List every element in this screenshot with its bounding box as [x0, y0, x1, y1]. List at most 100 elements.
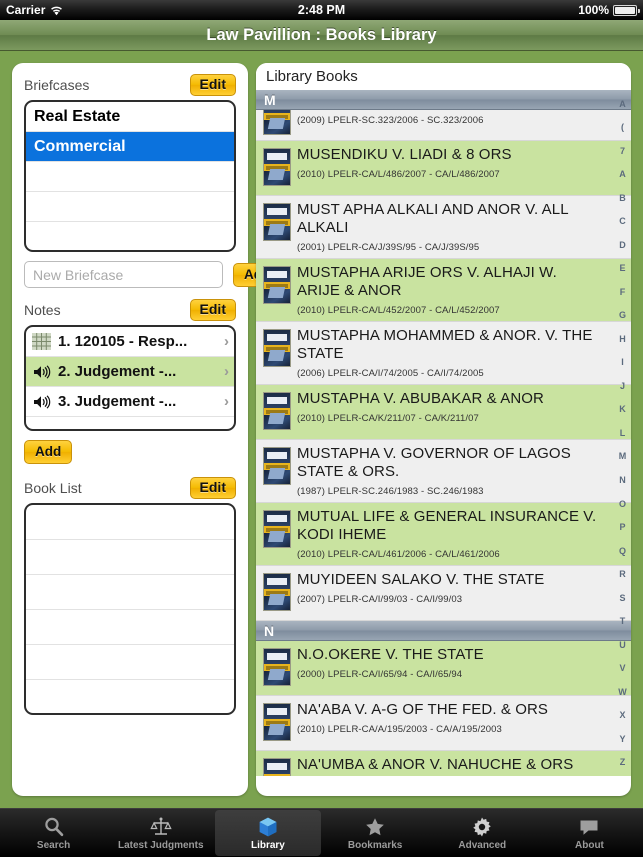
index-letter[interactable]: 7 [620, 146, 625, 156]
chevron-right-icon: › [224, 393, 229, 410]
book-citation: (1987) LPELR-SC.246/1983 - SC.246/1983 [297, 486, 484, 497]
index-letter[interactable]: O [619, 499, 626, 509]
table-row[interactable]: NA'ABA V. A-G OF THE FED. & ORS (2010) LP… [256, 696, 631, 751]
briefcases-title: Briefcases [24, 77, 90, 93]
table-row[interactable]: MUSTAPHA V. GOVERNOR OF LAGOS STATE & OR… [256, 440, 631, 503]
book-cover-thumbnail [263, 510, 291, 548]
notes-list[interactable]: 1. 120105 - Resp... › 2. Judgement -... … [24, 325, 236, 431]
app-root: Carrier 2:48 PM 100% Law Pavillion : Boo… [0, 0, 643, 857]
book-entry: MUSENDIKU V. LIADI & 8 ORS (2010) LPELR-C… [297, 146, 623, 180]
index-letter[interactable]: R [619, 569, 626, 579]
table-row[interactable]: MUSTAPHA ARIJE ORS V. ALHAJI W. ARIJE & … [256, 259, 631, 322]
book-citation: (2010) LPELR-CA/A/195/2003 - CA/A/195/20… [297, 724, 502, 735]
index-letter[interactable]: Y [619, 734, 625, 744]
index-letter[interactable]: L [620, 428, 626, 438]
book-cover-thumbnail [263, 573, 291, 611]
index-letter[interactable]: X [619, 710, 625, 720]
library-panel: Library Books MUSA V. THE STATE(2009) LP… [256, 63, 631, 796]
gear-icon [471, 816, 493, 838]
book-citation: (2007) LPELR-CA/I/99/03 - CA/I/99/03 [297, 594, 463, 605]
briefcases-edit-button[interactable]: Edit [189, 74, 236, 96]
index-letter[interactable]: D [619, 240, 626, 250]
index-letter[interactable]: J [620, 381, 625, 391]
battery-percent-label: 100% [578, 3, 609, 17]
book-entry: MUTUAL LIFE & GENERAL INSURANCE V. KODI … [297, 508, 623, 560]
book-citation: (2009) LPELR-SC.323/2006 - SC.323/2006 [297, 115, 484, 126]
book-cover-thumbnail [263, 329, 291, 367]
index-letter[interactable]: W [618, 687, 627, 697]
table-row[interactable]: MUYIDEEN SALAKO V. THE STATE (2007) LPELR… [256, 566, 631, 621]
library-books-list[interactable]: MUSA V. THE STATE(2009) LPELR-SC.323/200… [256, 90, 631, 776]
index-letter[interactable]: F [620, 287, 626, 297]
tab-about[interactable]: About [537, 810, 642, 856]
page-title: Law Pavillion : Books Library [206, 25, 437, 44]
index-letter[interactable]: S [619, 593, 625, 603]
list-item-empty [26, 417, 234, 429]
index-letter[interactable]: M [619, 451, 627, 461]
tab-library[interactable]: Library [215, 810, 321, 856]
index-letter[interactable]: T [620, 616, 626, 626]
index-letter[interactable]: ( [621, 122, 624, 132]
book-list[interactable] [24, 503, 236, 715]
list-item[interactable]: 2. Judgement -... › [26, 357, 234, 387]
add-note-button[interactable]: Add [24, 440, 73, 464]
list-item[interactable]: Commercial [26, 132, 234, 162]
index-letter[interactable]: G [619, 310, 626, 320]
book-cover-thumbnail [263, 648, 291, 686]
table-row[interactable]: MUSENDIKU V. LIADI & 8 ORS (2010) LPELR-C… [256, 141, 631, 196]
list-item-empty [26, 192, 234, 222]
list-item[interactable]: 3. Judgement -... › [26, 387, 234, 417]
index-letter[interactable]: H [619, 334, 626, 344]
tab-latest-judgments[interactable]: Latest Judgments [108, 810, 213, 856]
index-letter[interactable]: E [619, 263, 625, 273]
index-letter[interactable]: A [619, 169, 626, 179]
index-letter[interactable]: U [619, 640, 626, 650]
alphabet-index[interactable]: A (7 A B C D E F G H I J K L M N O P Q R S T U V W X Y Z [614, 90, 631, 776]
battery-full-icon [613, 4, 640, 16]
tab-advanced[interactable]: Advanced [430, 810, 535, 856]
list-item-empty [26, 680, 234, 713]
tab-bookmarks[interactable]: Bookmarks [323, 810, 428, 856]
index-letter[interactable]: A [619, 99, 626, 109]
list-item-empty [26, 162, 234, 192]
magnifier-icon [43, 816, 65, 838]
table-row[interactable]: N.O.OKERE V. THE STATE (2000) LPELR-CA/I/… [256, 641, 631, 696]
status-bar: Carrier 2:48 PM 100% [0, 0, 643, 20]
index-letter[interactable]: I [621, 357, 624, 367]
table-row[interactable]: MUSTAPHA V. ABUBAKAR & ANOR (2010) LPELR-… [256, 385, 631, 440]
index-letter[interactable]: Q [619, 546, 626, 556]
index-letter[interactable]: Z [620, 757, 626, 767]
index-letter[interactable]: C [619, 216, 626, 226]
list-item[interactable]: Real Estate [26, 102, 234, 132]
content-area: Briefcases Edit Real Estate Commercial A… [0, 51, 643, 808]
book-citation: (2010) LPELR-CA/L/461/2006 - CA/L/461/20… [297, 549, 500, 560]
book-list-edit-button[interactable]: Edit [189, 477, 236, 499]
library-panel-title: Library Books [256, 63, 631, 90]
book-cover-thumbnail [263, 703, 291, 741]
tab-label: Advanced [458, 839, 507, 851]
sidebar-panel: Briefcases Edit Real Estate Commercial A… [12, 63, 282, 796]
tab-label: About [575, 839, 604, 851]
index-letter[interactable]: V [619, 663, 625, 673]
index-letter[interactable]: N [619, 475, 626, 485]
book-title: MUYIDEEN SALAKO V. THE STATE [297, 571, 545, 588]
book-title: N.O.OKERE V. THE STATE [297, 646, 484, 663]
table-row[interactable]: MUST APHA ALKALI AND ANOR V. ALL ALKALI (… [256, 196, 631, 259]
list-item-label: 2. Judgement -... [58, 363, 177, 380]
index-letter[interactable]: P [619, 522, 625, 532]
book-title: MUSENDIKU V. LIADI & 8 ORS [297, 146, 512, 163]
section-header: N [256, 621, 631, 641]
table-row[interactable]: MUTUAL LIFE & GENERAL INSURANCE V. KODI … [256, 503, 631, 566]
briefcases-list[interactable]: Real Estate Commercial [24, 100, 236, 252]
table-row[interactable]: NA'UMBA & ANOR V. NAHUCHE & ORS(2008) LP… [256, 751, 631, 776]
book-cover-thumbnail [263, 447, 291, 485]
list-item[interactable]: 1. 120105 - Resp... › [26, 327, 234, 357]
table-row[interactable]: MUSTAPHA MOHAMMED & ANOR. V. THE STATE (2… [256, 322, 631, 385]
star-icon [364, 816, 386, 838]
new-briefcase-input[interactable] [24, 261, 223, 288]
notes-edit-button[interactable]: Edit [189, 299, 236, 321]
tab-search[interactable]: Search [1, 810, 106, 856]
index-letter[interactable]: K [619, 404, 626, 414]
index-letter[interactable]: B [619, 193, 626, 203]
book-title: MUSTAPHA ARIJE ORS V. ALHAJI W. ARIJE & … [297, 264, 557, 299]
